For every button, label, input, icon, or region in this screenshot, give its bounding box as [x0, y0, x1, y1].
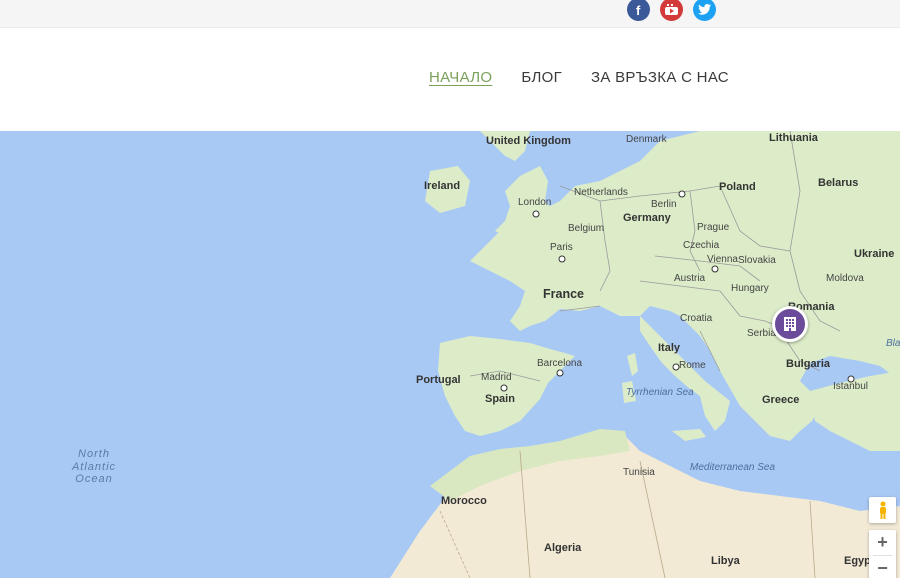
twitter-icon[interactable] — [693, 0, 716, 21]
main-nav: НАЧАЛО БЛОГ ЗА ВРЪЗКА С НАС — [429, 69, 729, 86]
social-links: f — [627, 0, 716, 21]
pegman-button[interactable] — [869, 497, 896, 523]
youtube-icon[interactable] — [660, 0, 683, 21]
building-marker[interactable] — [772, 306, 808, 342]
zoom-in-button[interactable]: + — [869, 530, 896, 555]
nav-item-home[interactable]: НАЧАЛО — [429, 69, 492, 86]
nav-item-contact[interactable]: ЗА ВРЪЗКА С НАС — [591, 69, 729, 86]
top-bar: f — [0, 0, 900, 28]
facebook-icon[interactable]: f — [627, 0, 650, 21]
building-icon — [784, 317, 796, 331]
map-view[interactable]: United Kingdom Ireland Netherlands Belgi… — [0, 131, 900, 578]
pegman-icon — [879, 501, 886, 519]
zoom-control: + − — [869, 530, 896, 578]
nav-item-blog[interactable]: БЛОГ — [521, 69, 562, 86]
site-header: НАЧАЛО БЛОГ ЗА ВРЪЗКА С НАС — [0, 28, 900, 131]
zoom-out-button[interactable]: − — [869, 556, 896, 578]
city-dots — [500, 190, 855, 392]
svg-text:f: f — [636, 3, 641, 16]
